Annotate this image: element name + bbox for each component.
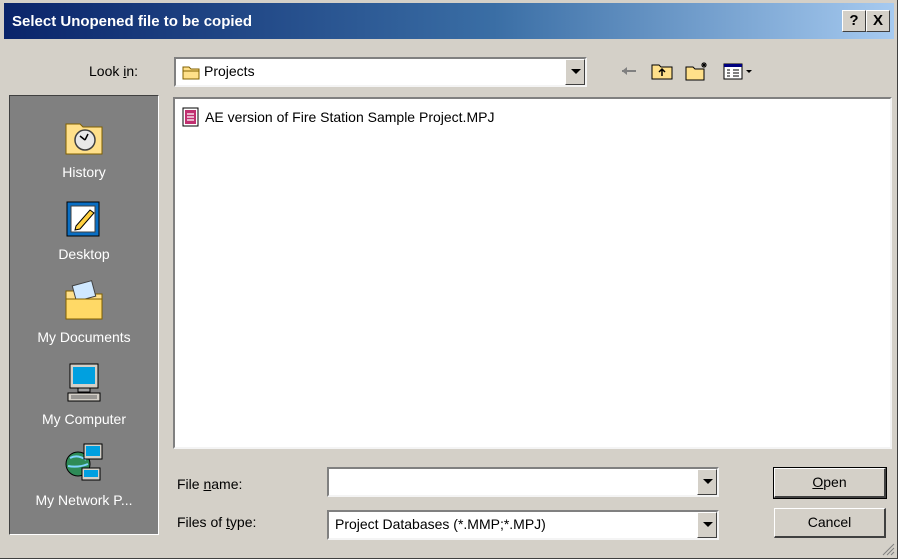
title-bar[interactable]: Select Unopened file to be copied ? X xyxy=(4,3,894,39)
chevron-down-icon[interactable] xyxy=(697,469,717,495)
resize-grip-icon[interactable] xyxy=(881,542,895,556)
chevron-down-icon[interactable] xyxy=(565,59,585,85)
help-button[interactable]: ? xyxy=(842,10,866,32)
up-folder-icon[interactable] xyxy=(650,60,674,82)
network-places-icon xyxy=(65,443,103,481)
look-in-label: Look in: xyxy=(89,63,139,79)
window-title: Select Unopened file to be copied xyxy=(12,13,253,30)
look-in-dropdown[interactable]: Projects xyxy=(174,57,587,87)
look-in-value: Projects xyxy=(204,63,255,79)
file-name-text: AE version of Fire Station Sample Projec… xyxy=(205,109,495,125)
folder-icon xyxy=(182,66,200,80)
cancel-button[interactable]: Cancel xyxy=(774,508,886,538)
file-name-label: File name: xyxy=(177,476,243,492)
file-type-value: Project Databases (*.MMP;*.MPJ) xyxy=(335,516,546,532)
new-folder-icon[interactable] xyxy=(684,60,710,82)
file-name-combo[interactable] xyxy=(327,467,719,497)
file-open-dialog: Select Unopened file to be copied ? X Lo… xyxy=(0,0,898,559)
place-history[interactable]: History xyxy=(10,114,158,194)
close-button[interactable]: X xyxy=(866,10,890,32)
file-type-dropdown[interactable]: Project Databases (*.MMP;*.MPJ) xyxy=(327,510,719,540)
file-list[interactable]: AE version of Fire Station Sample Projec… xyxy=(173,97,892,449)
open-button[interactable]: Open xyxy=(773,467,887,499)
desktop-icon xyxy=(66,201,100,237)
view-menu-icon[interactable] xyxy=(722,60,756,82)
place-desktop[interactable]: Desktop xyxy=(10,196,158,276)
my-computer-icon xyxy=(67,363,101,402)
project-file-icon xyxy=(182,107,199,127)
place-my-computer[interactable]: My Computer xyxy=(10,361,158,441)
history-icon xyxy=(65,123,103,155)
chevron-down-icon[interactable] xyxy=(697,512,717,538)
back-arrow-icon[interactable] xyxy=(618,60,640,82)
places-bar: History Desktop My Documents My Computer… xyxy=(9,95,159,535)
place-my-documents[interactable]: My Documents xyxy=(10,279,158,359)
place-network[interactable]: My Network P... xyxy=(10,442,158,522)
file-type-label: Files of type: xyxy=(177,514,257,530)
my-documents-icon xyxy=(65,280,103,320)
